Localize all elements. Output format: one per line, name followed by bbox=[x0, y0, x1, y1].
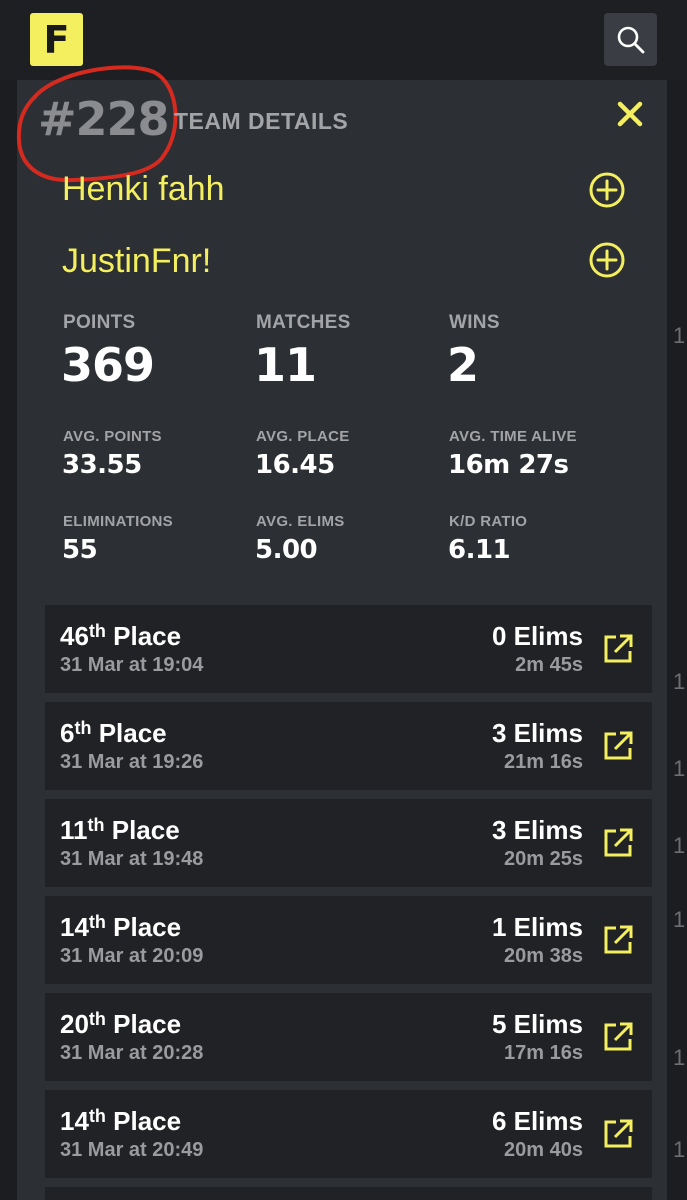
avg-time-alive-value: 16m 27s bbox=[448, 450, 569, 480]
background-rank-digit: 1 bbox=[673, 669, 686, 694]
match-elims: 0 Elims bbox=[491, 621, 583, 651]
avg-place-label: AVG. PLACE bbox=[256, 428, 350, 445]
match-elims: 5 Elims bbox=[491, 1009, 583, 1039]
match-time-alive: 21m 16s bbox=[504, 751, 583, 773]
search-icon bbox=[617, 26, 644, 53]
kd-ratio-value: 6.11 bbox=[448, 535, 511, 565]
matches-value: 11 bbox=[254, 338, 317, 392]
team-member-name[interactable]: JustinFnr! bbox=[62, 242, 211, 281]
match-time-alive: 20m 38s bbox=[504, 945, 583, 967]
match-elims: 1 Elims bbox=[491, 912, 583, 942]
match-elims: 3 Elims bbox=[491, 718, 583, 748]
match-row[interactable]: 46th Place 31 Mar at 19:04 0 Elims 2m 45… bbox=[45, 605, 652, 693]
match-time-alive: 20m 25s bbox=[504, 848, 583, 870]
background-rank-digit: 1 bbox=[673, 1137, 686, 1162]
background-rank-digit: 1 bbox=[673, 833, 686, 858]
avg-place-value: 16.45 bbox=[255, 450, 335, 480]
fortnite-logo[interactable]: F bbox=[30, 13, 83, 66]
match-date: 31 Mar at 19:04 bbox=[60, 654, 204, 676]
background-rank-digit: 1 bbox=[673, 756, 686, 781]
match-row[interactable]: 20th Place 31 Mar at 20:28 5 Elims 17m 1… bbox=[45, 993, 652, 1081]
match-place: 14th Place bbox=[60, 1106, 182, 1136]
plus-circle-icon[interactable] bbox=[588, 171, 626, 209]
match-date: 31 Mar at 19:48 bbox=[60, 848, 204, 870]
avg-elims-label: AVG. ELIMS bbox=[256, 513, 345, 530]
eliminations-value: 55 bbox=[62, 535, 98, 565]
external-link-icon[interactable] bbox=[602, 924, 634, 956]
match-date: 31 Mar at 20:09 bbox=[60, 945, 204, 967]
external-link-icon[interactable] bbox=[602, 1118, 634, 1150]
wins-value: 2 bbox=[447, 338, 479, 392]
search-button[interactable] bbox=[604, 13, 657, 66]
team-member-name[interactable]: Henki fahh bbox=[62, 170, 225, 209]
match-row[interactable]: 14th Place 31 Mar at 20:09 1 Elims 20m 3… bbox=[45, 896, 652, 984]
match-row-partial[interactable] bbox=[45, 1187, 652, 1200]
external-link-icon[interactable] bbox=[602, 1021, 634, 1053]
close-button[interactable] bbox=[612, 96, 648, 132]
logo-letter: F bbox=[43, 17, 70, 62]
points-value: 369 bbox=[61, 338, 155, 392]
match-elims: 3 Elims bbox=[491, 815, 583, 845]
background-rank-digit: 1 bbox=[673, 323, 686, 348]
match-row[interactable]: 14th Place 31 Mar at 20:49 6 Elims 20m 4… bbox=[45, 1090, 652, 1178]
match-place: 6th Place bbox=[60, 718, 167, 748]
match-date: 31 Mar at 19:26 bbox=[60, 751, 204, 773]
match-date: 31 Mar at 20:28 bbox=[60, 1042, 204, 1064]
match-row[interactable]: 11th Place 31 Mar at 19:48 3 Elims 20m 2… bbox=[45, 799, 652, 887]
match-place: 11th Place bbox=[60, 815, 180, 845]
avg-points-value: 33.55 bbox=[62, 450, 142, 480]
team-details-title: TEAM DETAILS bbox=[174, 108, 349, 134]
external-link-icon[interactable] bbox=[602, 730, 634, 762]
wins-label: WINS bbox=[449, 312, 500, 333]
match-row[interactable]: 6th Place 31 Mar at 19:26 3 Elims 21m 16… bbox=[45, 702, 652, 790]
avg-points-label: AVG. POINTS bbox=[63, 428, 162, 445]
match-date: 31 Mar at 20:49 bbox=[60, 1139, 204, 1161]
points-label: POINTS bbox=[63, 312, 136, 333]
avg-elims-value: 5.00 bbox=[255, 535, 318, 565]
matches-label: MATCHES bbox=[256, 312, 351, 333]
external-link-icon[interactable] bbox=[602, 633, 634, 665]
external-link-icon[interactable] bbox=[602, 827, 634, 859]
close-icon bbox=[617, 101, 643, 127]
background-rank-digit: 1 bbox=[673, 907, 686, 932]
plus-circle-icon[interactable] bbox=[588, 241, 626, 279]
match-place: 14th Place bbox=[60, 912, 182, 942]
avg-time-alive-label: AVG. TIME ALIVE bbox=[449, 428, 577, 445]
background-rank-digit: 1 bbox=[673, 1045, 686, 1070]
match-place: 46th Place bbox=[60, 621, 182, 651]
eliminations-label: ELIMINATIONS bbox=[63, 513, 173, 530]
match-time-alive: 17m 16s bbox=[504, 1042, 583, 1064]
match-elims: 6 Elims bbox=[491, 1106, 583, 1136]
kd-ratio-label: K/D RATIO bbox=[449, 513, 528, 530]
match-time-alive: 2m 45s bbox=[515, 654, 583, 676]
match-time-alive: 20m 40s bbox=[504, 1139, 583, 1161]
match-place: 20th Place bbox=[60, 1009, 182, 1039]
